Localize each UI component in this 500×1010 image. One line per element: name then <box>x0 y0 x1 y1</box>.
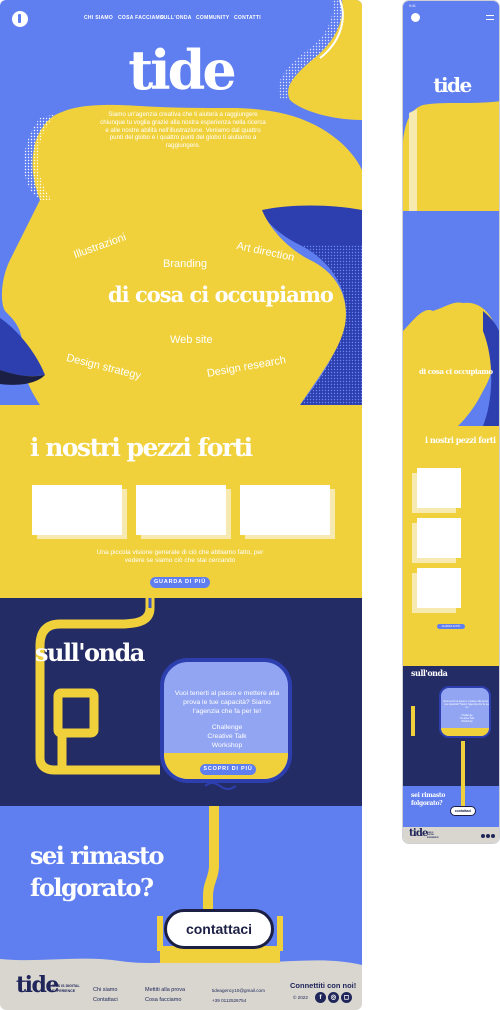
footer-link-chi-siamo[interactable]: Chi siamo <box>93 987 117 993</box>
footer-phone[interactable]: +39 0112526754 <box>212 998 246 1003</box>
portfolio-card-1[interactable] <box>32 485 122 535</box>
strengths-description: Una piccola visione generale di ciò che … <box>96 549 264 565</box>
mobile-wave-activities: Challenge Creative Talk Workshop <box>443 714 489 724</box>
mobile-card-3[interactable] <box>417 568 461 608</box>
contact-title: sei rimasto folgorato? <box>30 840 210 905</box>
mobile-wave: sull'onda Vuoi tenerti al passo e metter… <box>403 666 499 786</box>
footer-email[interactable]: tideagency10@gmail.com <box>212 988 265 993</box>
mobile-contact-button[interactable]: contattaci <box>450 806 476 816</box>
strengths-title: i nostri pezzi forti <box>30 433 253 462</box>
contact-title-line2: folgorato? <box>30 873 154 903</box>
contact-title-line1: sei rimasto <box>30 841 165 870</box>
strengths-section: i nostri pezzi forti Una piccola visione… <box>0 405 362 598</box>
wave-bubble: Vuoi tenerti al passo e mettere alla pro… <box>160 658 292 783</box>
mobile-activity-workshop: Workshop <box>461 720 473 724</box>
nav-link-sullonda[interactable]: SULL'ONDA <box>160 15 192 21</box>
mobile-strengths: i nostri pezzi forti GUARDA DI PIÙ <box>403 426 499 666</box>
wave-activities: Challenge Creative Talk Workshop <box>172 724 282 750</box>
portfolio-card-3[interactable] <box>240 485 330 535</box>
service-web-site: Web site <box>170 334 213 346</box>
hero-section: CHI SIAMO COSA FACCIAMO SULL'ONDA COMMUN… <box>0 0 362 200</box>
globe-icon[interactable]: ◎ <box>328 992 339 1003</box>
tide-drop-icon[interactable] <box>12 11 28 27</box>
mobile-services: di cosa ci occupiamo <box>403 211 499 426</box>
mobile-card-2[interactable] <box>417 518 461 558</box>
portfolio-card-2[interactable] <box>136 485 226 535</box>
see-more-button[interactable]: GUARDA DI PIÙ <box>150 577 210 588</box>
service-branding: Branding <box>163 258 208 270</box>
mobile-contact-title-line1: sei rimasto <box>411 792 446 799</box>
desktop-mockup: CHI SIAMO COSA FACCIAMO SULL'ONDA COMMUN… <box>0 0 362 1010</box>
wave-title: sull'onda <box>35 638 145 667</box>
mobile-bubble-fill <box>441 728 489 736</box>
mobile-hero: 9:41 tide <box>403 1 499 211</box>
wave-section: sull'onda Vuoi tenerti al passo e metter… <box>0 598 362 806</box>
footer-copyright: © 2022 <box>293 995 308 1000</box>
mobile-card-1[interactable] <box>417 468 461 508</box>
nav-link-chi-siamo[interactable]: CHI SIAMO <box>84 15 113 21</box>
footer-link-mettiti-alla-prova[interactable]: Mettiti alla prova <box>145 987 185 993</box>
mobile-hero-background <box>403 101 499 211</box>
nav-link-cosa-facciamo[interactable]: COSA FACCIAMO <box>118 15 164 21</box>
mobile-hero-logo: tide <box>433 73 472 97</box>
mobile-contact: sei rimasto folgorato? contattaci <box>403 786 499 831</box>
mobile-contact-title-line2: folgorato? <box>411 799 443 807</box>
hero-description: Siamo un'agenzia creativa che ti aiuterà… <box>100 111 266 149</box>
contact-button[interactable]: contattaci <box>164 909 274 949</box>
mobile-wave-description: Vuoi tenerti al passo e mettere alla pro… <box>443 700 491 710</box>
mobile-facebook-icon[interactable] <box>481 834 485 838</box>
activity-creative-talk: Creative Talk <box>207 732 247 740</box>
services-title: di cosa ci occupiamo <box>108 282 334 307</box>
mobile-instagram-icon[interactable] <box>491 834 495 838</box>
activity-workshop: Workshop <box>211 741 243 749</box>
mobile-see-more-button[interactable]: GUARDA DI PIÙ <box>437 624 465 629</box>
mobile-globe-icon[interactable] <box>486 834 490 838</box>
mobile-contact-title: sei rimasto folgorato? <box>411 792 445 808</box>
footer-tagline: THIS IS DIGITAL EXPERIENCE <box>52 984 80 993</box>
discover-more-button[interactable]: SCOPRI DI PIÙ <box>200 764 256 775</box>
hero-logo: tide <box>128 38 237 102</box>
footer-link-cosa-facciamo[interactable]: Cosa facciamo <box>145 997 181 1003</box>
nav-link-community[interactable]: COMMUNITY <box>196 15 230 21</box>
mobile-wave-bubble: Vuoi tenerti al passo e mettere alla pro… <box>439 686 491 738</box>
services-section: Illustrazioni Branding Art direction di … <box>0 200 362 405</box>
mobile-footer-logo[interactable]: tide <box>409 828 428 839</box>
footer-connect: Connettiti con noi! <box>290 981 357 990</box>
footer: tide THIS IS DIGITAL EXPERIENCE Chi siam… <box>0 951 362 1010</box>
mobile-services-title: di cosa ci occupiamo <box>419 367 493 376</box>
footer-link-contattaci[interactable]: Contattaci <box>93 997 118 1003</box>
mobile-footer: tide THIS IS DIGITAL EXPERIENCE <box>403 827 499 843</box>
activity-challenge: Challenge <box>211 724 243 731</box>
wave-description: Vuoi tenerti al passo e mettere alla pro… <box>174 690 280 715</box>
mobile-mockup: 9:41 tide di cosa ci occupiamo i nostri … <box>402 0 500 844</box>
mobile-strengths-title: i nostri pezzi forti <box>425 435 496 445</box>
nav-link-contatti[interactable]: CONTATTI <box>234 15 261 21</box>
instagram-icon[interactable]: ◻ <box>341 992 352 1003</box>
contact-section: sei rimasto folgorato? contattaci <box>0 806 362 961</box>
top-nav: CHI SIAMO COSA FACCIAMO SULL'ONDA COMMUN… <box>0 11 362 27</box>
mobile-footer-tagline: THIS IS DIGITAL EXPERIENCE <box>427 832 439 839</box>
facebook-icon[interactable]: f <box>315 992 326 1003</box>
mobile-services-background <box>403 302 499 426</box>
